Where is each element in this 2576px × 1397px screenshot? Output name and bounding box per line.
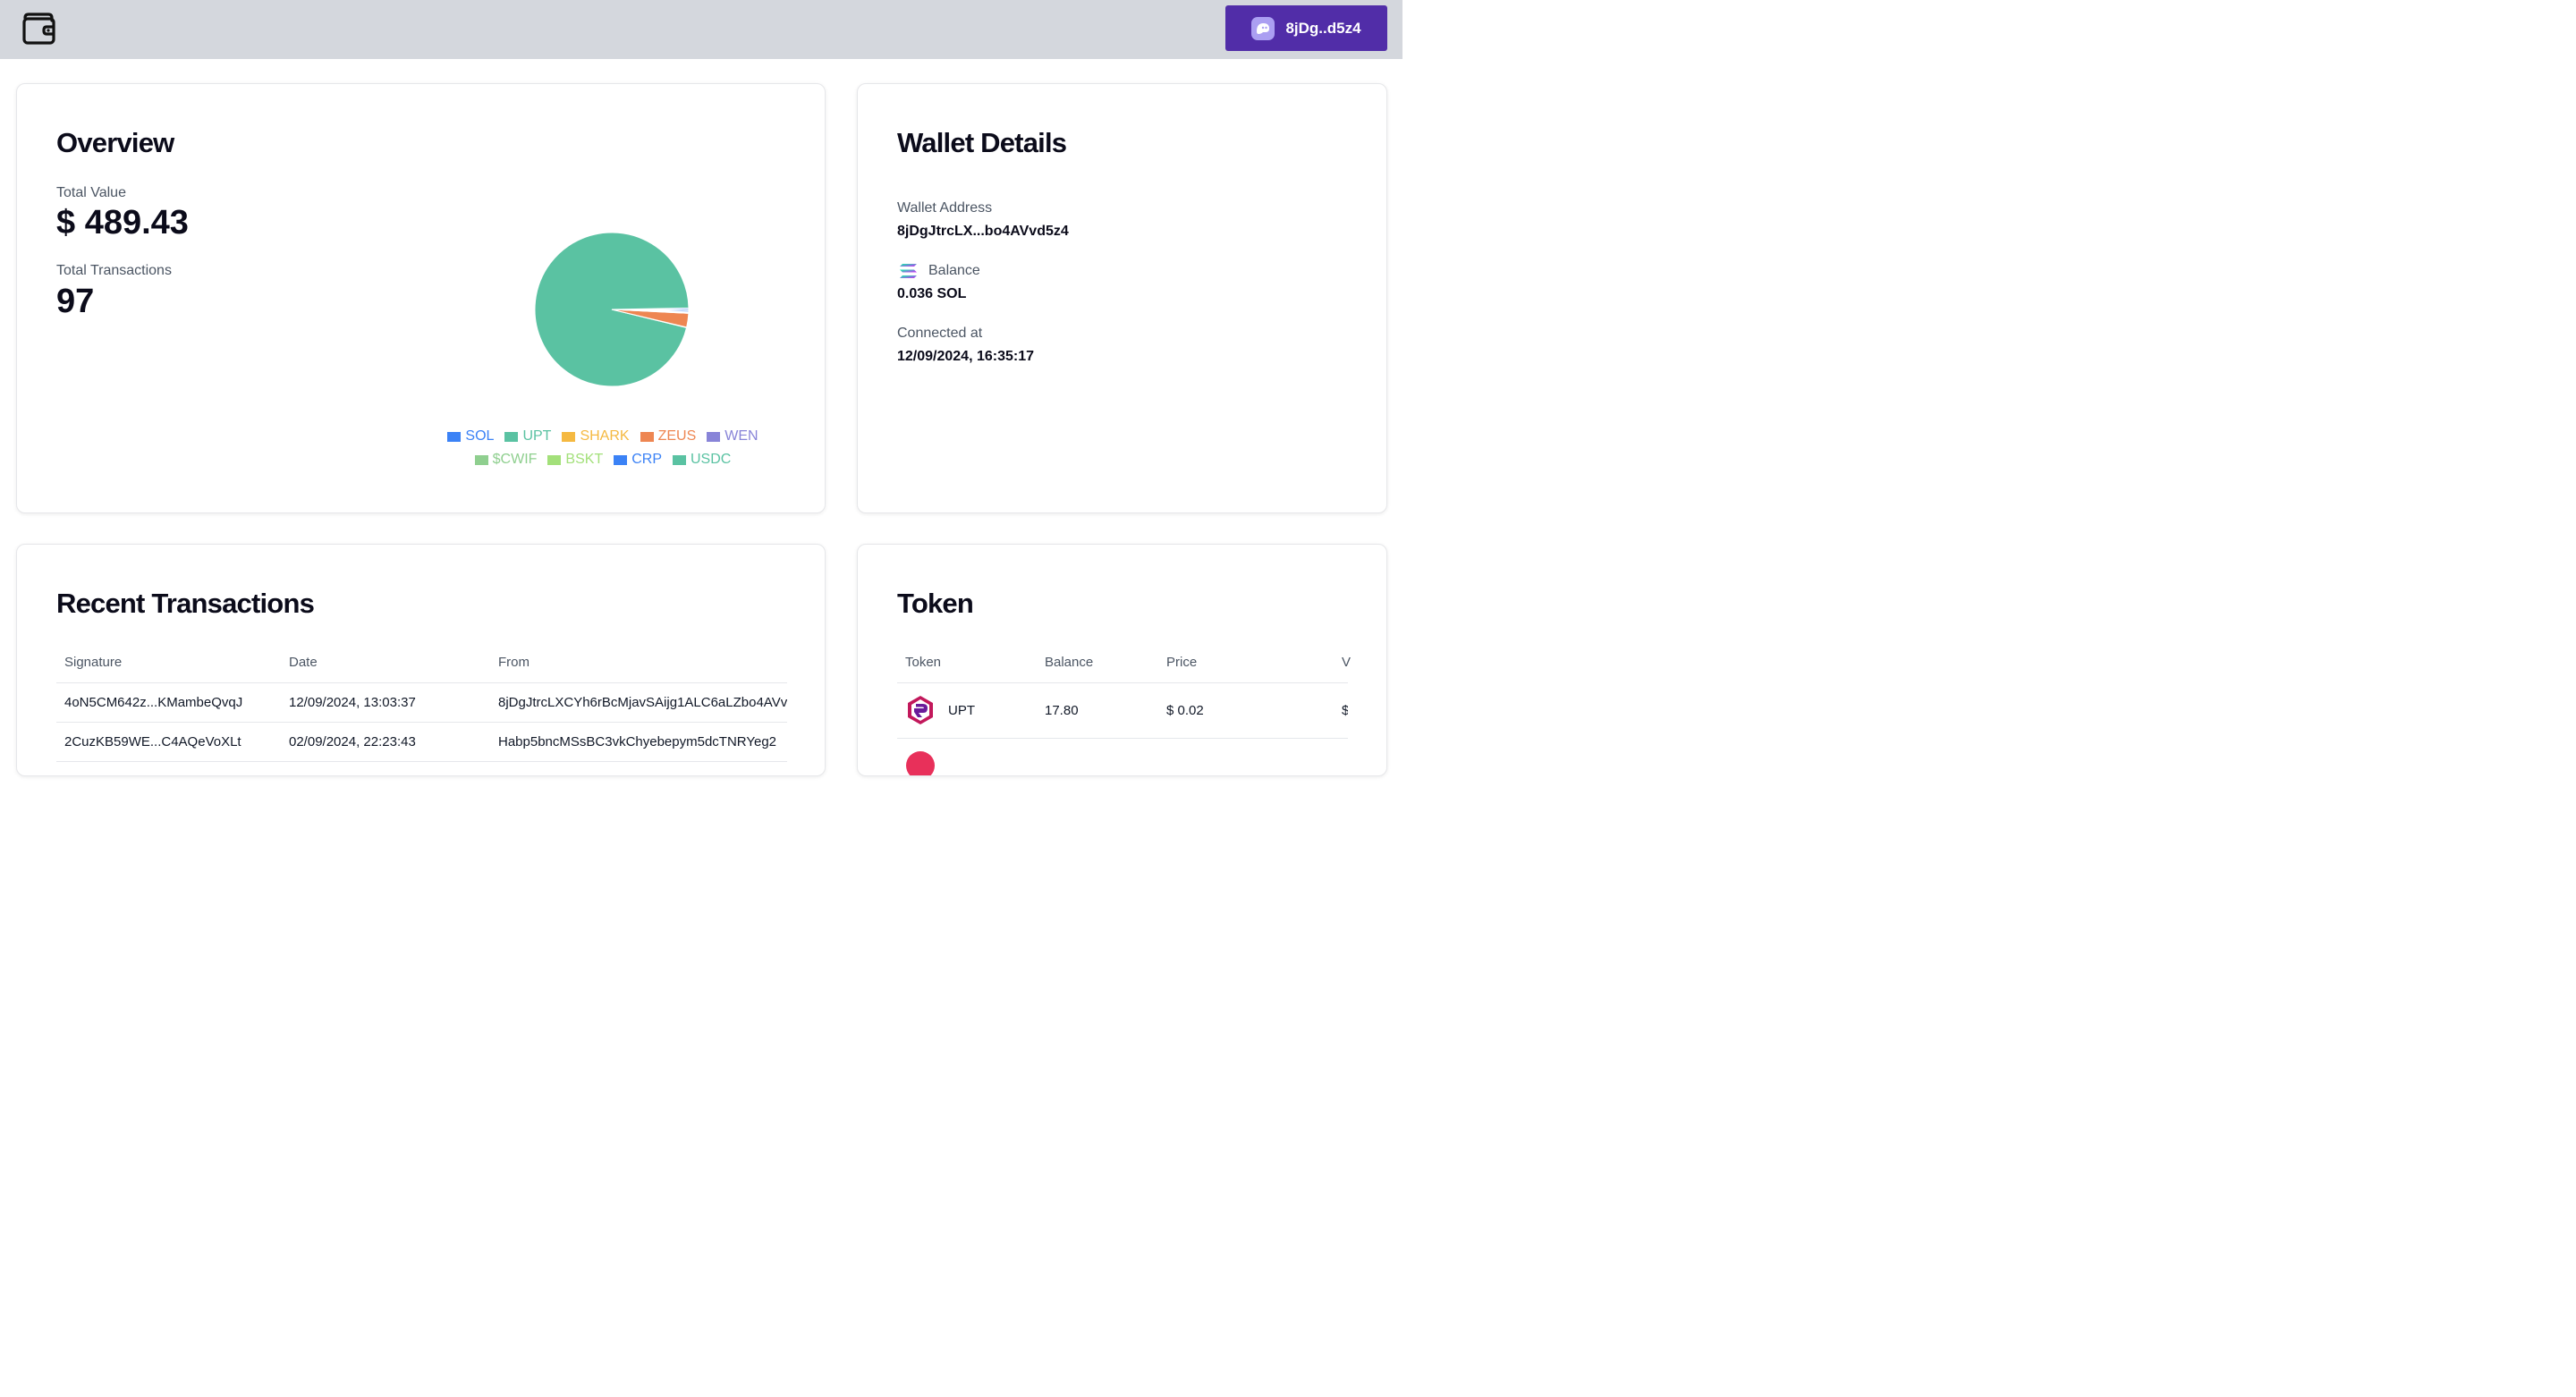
balance-label: Balance — [928, 263, 980, 278]
legend-item[interactable]: ZEUS — [640, 428, 697, 444]
legend-label: WEN — [724, 428, 758, 444]
wallet-balance: 0.036 SOL — [897, 286, 967, 301]
total-value-label: Total Value — [56, 185, 126, 200]
table-header-row: Signature Date From — [56, 643, 787, 683]
legend-item[interactable]: SHARK — [562, 428, 630, 444]
tx-signature[interactable]: 4oN5CM642z...KMambeQvqJ — [56, 682, 281, 723]
legend-swatch — [504, 431, 519, 442]
token-title: Token — [897, 588, 974, 619]
table-header-row: Token Balance Price V — [897, 643, 1351, 683]
token-name: UPT — [948, 702, 975, 718]
transactions-table: Signature Date From 4oN5CM642z...KMambeQ… — [56, 643, 787, 762]
legend-label: SHARK — [580, 428, 630, 444]
token-price — [1158, 738, 1334, 775]
table-row[interactable]: UPT 17.80 $ 0.02 $ — [897, 682, 1348, 739]
legend-swatch — [640, 431, 654, 442]
column-header: Date — [281, 643, 490, 683]
upt-token-icon — [908, 696, 933, 724]
wallet-connect-button[interactable]: 8jDg..d5z4 — [1225, 5, 1387, 51]
legend-label: ZEUS — [657, 428, 697, 444]
column-header: Token — [897, 643, 1037, 683]
wallet-address-label: Wallet Address — [897, 200, 993, 216]
total-transactions-label: Total Transactions — [56, 263, 172, 278]
column-header: Balance — [1037, 643, 1158, 683]
column-header: Price — [1158, 643, 1334, 683]
legend-item[interactable]: BSKT — [547, 452, 603, 468]
table-row[interactable]: 2CuzKB59WE...C4AQeVoXLt 02/09/2024, 22:2… — [56, 722, 787, 762]
legend-swatch — [547, 454, 562, 465]
legend-swatch — [707, 431, 721, 442]
solana-icon — [900, 264, 917, 278]
connected-at-label: Connected at — [897, 326, 983, 341]
overview-card: Overview Total Value $ 489.43 Total Tran… — [16, 83, 826, 513]
overview-title: Overview — [56, 127, 174, 158]
phantom-icon — [1251, 16, 1275, 40]
token-value: $ — [1334, 682, 1348, 739]
table-row[interactable] — [897, 738, 1348, 775]
column-header: Signature — [56, 643, 281, 683]
column-header: V — [1334, 643, 1351, 683]
token-value — [1334, 738, 1348, 775]
legend-swatch — [673, 454, 686, 465]
tx-signature[interactable]: 2CuzKB59WE...C4AQeVoXLt — [56, 722, 281, 762]
legend-item[interactable]: SOL — [447, 428, 494, 444]
token-balance: 17.80 — [1037, 682, 1158, 739]
wallet-button-label: 8jDg..d5z4 — [1285, 19, 1361, 37]
legend-swatch — [562, 431, 576, 442]
legend-label: UPT — [522, 428, 552, 444]
token-price: $ 0.02 — [1158, 682, 1334, 739]
total-transactions: 97 — [56, 283, 95, 320]
token-table: Token Balance Price V UPT 17.80 $ 0.02 — [897, 643, 1351, 775]
legend-label: SOL — [465, 428, 495, 444]
legend-label: BSKT — [565, 452, 604, 467]
tx-date: 02/09/2024, 22:23:43 — [281, 722, 490, 762]
legend-label: $CWIF — [492, 452, 538, 467]
legend-item[interactable]: $CWIF — [474, 452, 538, 468]
top-bar: 8jDg..d5z4 — [0, 0, 1402, 59]
portfolio-pie-chart — [522, 220, 701, 399]
table-row[interactable]: 4oN5CM642z...KMambeQvqJ 12/09/2024, 13:0… — [56, 682, 787, 723]
legend-swatch — [474, 454, 488, 465]
wallet-details-title: Wallet Details — [897, 127, 1067, 158]
legend-item[interactable]: UPT — [504, 428, 551, 444]
wallet-icon[interactable] — [21, 11, 59, 47]
token-balance — [1037, 738, 1158, 775]
connected-at: 12/09/2024, 16:35:17 — [897, 349, 1035, 364]
total-value: $ 489.43 — [56, 204, 189, 241]
wallet-details-card: Wallet Details Wallet Address 8jDgJtrcLX… — [857, 83, 1387, 513]
legend-item[interactable]: USDC — [673, 452, 731, 468]
legend-label: CRP — [631, 452, 662, 467]
tx-from: Habp5bncMSsBC3vkChyebepym5dcTNRYeg2 — [490, 722, 787, 762]
column-header: From — [490, 643, 787, 683]
tx-date: 12/09/2024, 13:03:37 — [281, 682, 490, 723]
tx-from: 8jDgJtrcLXCYh6rBcMjavSAijg1ALC6aLZbo4AVv… — [490, 682, 787, 723]
legend-item[interactable]: WEN — [707, 428, 758, 444]
recent-transactions-title: Recent Transactions — [56, 588, 315, 619]
legend-item[interactable]: CRP — [614, 452, 662, 468]
recent-transactions-card: Recent Transactions Signature Date From … — [16, 544, 826, 776]
token-cell — [897, 738, 1037, 775]
chart-legend: SOL UPT SHARK ZEUS WEN $CWIF BSKT CRP USDC — [442, 425, 764, 471]
legend-swatch — [447, 431, 462, 442]
legend-label: USDC — [691, 452, 732, 467]
shark-token-icon — [906, 751, 935, 775]
token-cell: UPT — [897, 682, 1037, 739]
token-card: Token Token Balance Price V UPT 17.80 $ … — [857, 544, 1387, 776]
legend-swatch — [614, 454, 628, 465]
wallet-address: 8jDgJtrcLX...bo4AVvd5z4 — [897, 224, 1069, 239]
